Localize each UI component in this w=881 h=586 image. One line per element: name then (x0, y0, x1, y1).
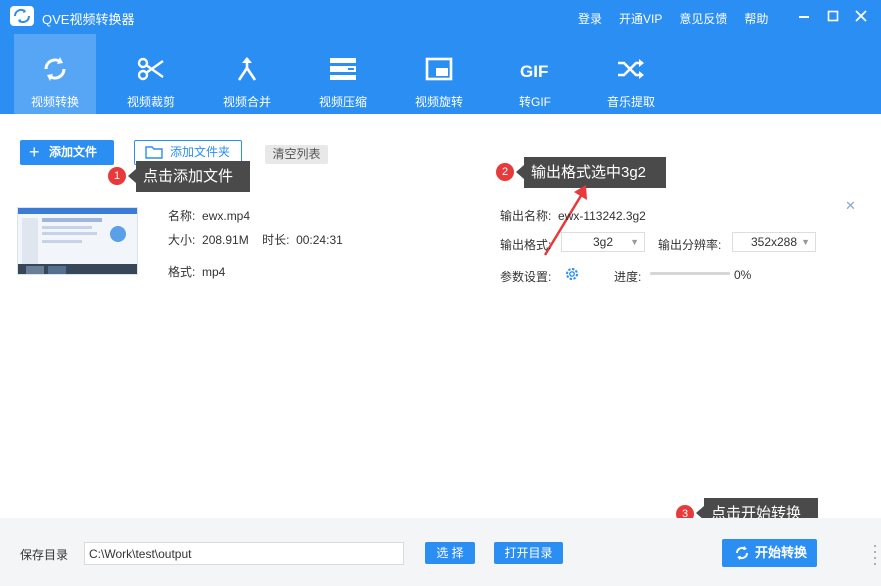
convert-icon (44, 57, 66, 81)
title-bar: QVE视频转换器 登录 开通VIP 意见反馈 帮助 (0, 0, 881, 34)
file-name: ewx.mp4 (202, 209, 251, 223)
output-name-row: 输出名称: ewx-113242.3g2 (500, 209, 646, 223)
shuffle-icon (618, 59, 644, 79)
svg-text:GIF: GIF (520, 62, 548, 81)
tab-video-rotate[interactable]: 视频旋转 (398, 34, 480, 114)
main-toolbar: 视频转换 视频裁剪 视频合并 视频压缩 视频旋转 GIF 转GIF 音乐提取 (0, 34, 881, 114)
tab-video-compress[interactable]: 视频压缩 (302, 34, 384, 114)
choose-dir-button[interactable]: 选 择 (425, 542, 475, 564)
resize-grip-icon[interactable] (872, 540, 878, 580)
file-duration: 00:24:31 (296, 233, 343, 247)
feedback-link[interactable]: 意见反馈 (679, 10, 727, 27)
step-badge-2: 2 (496, 163, 514, 181)
output-resolution-label: 输出分辨率: (658, 238, 722, 252)
tab-video-convert[interactable]: 视频转换 (14, 34, 96, 114)
save-dir-input[interactable] (84, 542, 404, 565)
maximize-icon[interactable] (824, 7, 842, 25)
tab-music-extract[interactable]: 音乐提取 (590, 34, 672, 114)
dropdown-arrow-icon: ▼ (801, 237, 810, 247)
merge-icon (237, 57, 257, 81)
file-size-row: 大小: 208.91M 时长: 00:24:31 (168, 233, 343, 247)
login-link[interactable]: 登录 (578, 10, 602, 27)
tab-to-gif[interactable]: GIF 转GIF (494, 34, 576, 114)
header-links: 登录 开通VIP 意见反馈 帮助 (578, 10, 768, 27)
dropdown-arrow-icon: ▼ (630, 237, 639, 247)
convert-icon (735, 546, 749, 560)
rotate-icon (425, 57, 453, 81)
file-format-row: 格式: mp4 (168, 265, 226, 279)
add-file-button[interactable]: + 添加文件 (20, 140, 114, 165)
file-format: mp4 (202, 265, 226, 279)
step-badge-1: 1 (108, 167, 126, 185)
progress-bar (650, 272, 730, 275)
close-icon[interactable] (852, 7, 870, 25)
app-title: QVE视频转换器 (42, 12, 135, 27)
save-dir-label: 保存目录 (20, 548, 69, 562)
minimize-icon[interactable] (795, 7, 813, 25)
remove-file-icon[interactable]: ✕ (845, 198, 856, 214)
gif-icon: GIF (520, 62, 548, 81)
progress-label: 进度: (614, 270, 642, 284)
params-label: 参数设置: (500, 270, 552, 284)
footer-bar: 保存目录 选 择 打开目录 开始转换 (0, 518, 881, 586)
output-resolution-select[interactable]: 352x288 ▼ (732, 232, 816, 252)
folder-icon (145, 146, 163, 159)
file-name-row: 名称: ewx.mp4 (168, 209, 251, 223)
vip-link[interactable]: 开通VIP (619, 10, 662, 27)
tip-add-file: 点击添加文件 (128, 161, 250, 192)
open-dir-button[interactable]: 打开目录 (494, 542, 563, 564)
output-name[interactable]: ewx-113242.3g2 (558, 209, 646, 223)
gear-icon[interactable] (564, 266, 580, 282)
compress-icon (330, 58, 356, 80)
plus-icon: + (29, 142, 40, 162)
output-format-select[interactable]: 3g2 ▼ (561, 232, 645, 252)
output-format-label: 输出格式: (500, 238, 552, 252)
tab-video-merge[interactable]: 视频合并 (206, 34, 288, 114)
video-thumbnail (17, 207, 138, 275)
start-convert-button[interactable]: 开始转换 (722, 539, 817, 567)
help-link[interactable]: 帮助 (744, 10, 768, 27)
scissors-icon (137, 57, 164, 81)
app-logo (10, 6, 34, 26)
tab-video-trim[interactable]: 视频裁剪 (110, 34, 192, 114)
clear-list-button[interactable]: 清空列表 (265, 145, 328, 164)
file-size: 208.91M (202, 233, 249, 247)
progress-value: 0% (734, 268, 752, 282)
